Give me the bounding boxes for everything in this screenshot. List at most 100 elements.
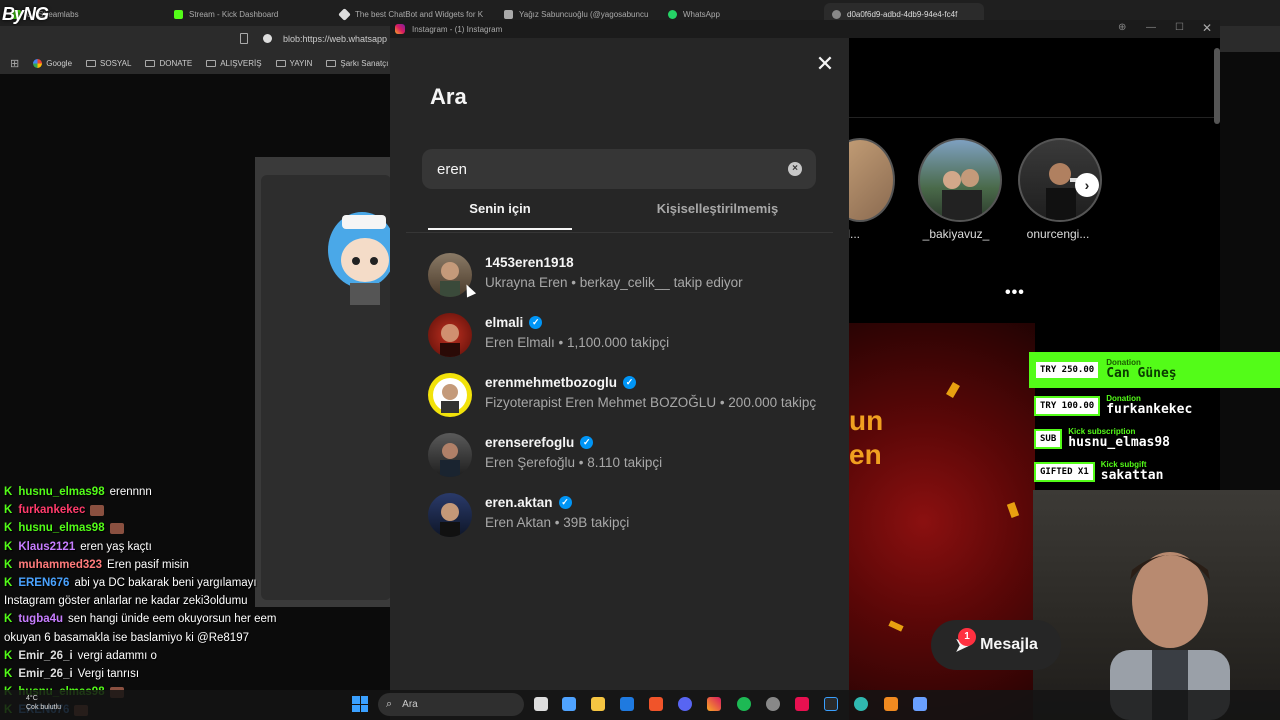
- tab-for-you[interactable]: Senin için: [428, 201, 572, 230]
- bookmark-folder[interactable]: SOSYAL: [86, 59, 131, 68]
- donor-name: sakattan: [1100, 468, 1164, 483]
- chat-username[interactable]: furkankekec: [18, 504, 85, 516]
- weather-desc: Çok bulutlu: [26, 704, 62, 711]
- widget-icon: [338, 7, 351, 21]
- brave-icon[interactable]: [649, 697, 663, 711]
- info-icon[interactable]: [263, 34, 272, 43]
- window-title: Instagram - (1) Instagram: [412, 24, 503, 34]
- chat-message: K EREN676 abi ya DC bakarak beni yargılama…: [4, 577, 257, 589]
- whatsapp-icon: [668, 9, 677, 19]
- windows-start-icon[interactable]: [352, 696, 368, 712]
- x-icon: [504, 9, 513, 19]
- chat-message: Instagram göster anlarlar ne kadar zeki3…: [4, 595, 248, 607]
- confetti: [888, 620, 904, 632]
- tab-unpersonalized[interactable]: Kişiselleştirilmemiş: [630, 201, 805, 216]
- result-subtitle: Fizyoterapist Eren Mehmet BOZOĞLU • 200.…: [485, 395, 817, 410]
- result-username: elmali: [485, 315, 524, 330]
- window-close-icon[interactable]: ✕: [1202, 21, 1212, 35]
- close-icon[interactable]: ✕: [815, 53, 835, 75]
- file-explorer-icon[interactable]: [591, 697, 605, 711]
- chat-message: Ktugba4u sen hangi ünide eem okuyorsun he…: [4, 613, 276, 625]
- avatar: [428, 493, 472, 537]
- chat-message: okuyan 6 basamakla ise baslamiyo ki @Re8…: [4, 632, 249, 644]
- mail-icon[interactable]: [620, 697, 634, 711]
- chat-username[interactable]: husnu_elmas98: [18, 522, 104, 534]
- chat-text: Instagram göster anlarlar ne kadar zeki3…: [4, 595, 248, 608]
- task-view-icon[interactable]: [534, 697, 548, 711]
- taskbar-search-label: Ara: [402, 699, 418, 710]
- x-app-icon[interactable]: [795, 697, 809, 711]
- scrollbar[interactable]: [1214, 48, 1220, 124]
- chat-username[interactable]: husnu_elmas98: [18, 486, 104, 498]
- bookmark-folder[interactable]: ALIŞVERİŞ: [206, 59, 262, 68]
- terminal-icon[interactable]: [824, 697, 838, 711]
- obs-icon[interactable]: [766, 697, 780, 711]
- search-icon: ⌕: [386, 698, 393, 710]
- taskbar: [0, 690, 1280, 720]
- chat-text: erennnn: [109, 486, 152, 498]
- instagram-taskbar-icon[interactable]: [707, 697, 721, 711]
- search-result[interactable]: elmali ✓ Eren Elmalı • 1,100.000 takipçi: [428, 313, 848, 361]
- bookmark-folder[interactable]: Şarkı Sanatçı: [326, 59, 388, 68]
- donation-amount: TRY 100.00: [1034, 395, 1101, 416]
- story-avatar[interactable]: [918, 138, 1002, 222]
- search-input[interactable]: eren ×: [422, 149, 816, 189]
- chat-text: okuyan 6 basamakla ise baslamiyo ki @Re8…: [4, 631, 249, 644]
- chat-text: sen hangi ünide eem okuyorsun her eem: [68, 613, 277, 626]
- folder-icon: [86, 59, 97, 67]
- app-icon[interactable]: [854, 697, 868, 711]
- chat-username[interactable]: tugba4u: [18, 613, 63, 625]
- story-username[interactable]: onurcengi...: [1008, 227, 1108, 241]
- weather-widget[interactable]: 4°C Çok bulutlu: [26, 694, 61, 712]
- more-options-icon[interactable]: •••: [1005, 284, 1025, 302]
- story-username[interactable]: _bakiyavuz_: [906, 227, 1006, 241]
- url-field[interactable]: blob:https://web.whatsapp: [283, 34, 387, 44]
- search-result[interactable]: eren.aktan ✓ Eren Aktan • 39B takipçi: [428, 493, 848, 541]
- donation-amount: TRY 250.00: [1034, 359, 1101, 380]
- kick-badge-icon: K: [4, 504, 13, 517]
- taskbar-search[interactable]: ⌕ Ara: [378, 693, 524, 716]
- verified-icon: ✓: [580, 436, 594, 449]
- chat-text: eren yaş kaçtı: [80, 540, 152, 553]
- stream-chat: Khusnu_elmas98 erennnn Kfurkankekec Khusnu_…: [0, 484, 300, 720]
- search-result[interactable]: erenserefoglu ✓ Eren Şerefoğlu • 8.110 ta…: [428, 433, 848, 481]
- chevron-right-icon[interactable]: ›: [1075, 173, 1099, 197]
- folder-icon: [145, 59, 156, 67]
- chat-username[interactable]: Emir_26_i: [18, 650, 72, 662]
- minimize-icon[interactable]: —: [1146, 22, 1156, 33]
- chat-username[interactable]: Klaus2121: [18, 541, 75, 553]
- donation-item: SUB Kick subscription husnu_elmas98: [1034, 427, 1170, 450]
- cloud-icon[interactable]: [884, 697, 898, 711]
- bookmark-icon[interactable]: [240, 33, 248, 44]
- tab-divider: [406, 232, 833, 233]
- bookmark-google[interactable]: Google: [33, 58, 72, 68]
- chat-text: vergi adammı o: [77, 649, 157, 662]
- zoom-icon[interactable]: ⊕: [1118, 22, 1126, 33]
- chat-text: abi ya DC bakarak beni yargılamayı: [74, 577, 257, 589]
- bookmark-folder[interactable]: YAYIN: [275, 59, 312, 68]
- anime-avatar-image: [328, 212, 390, 305]
- chat-username[interactable]: EREN676: [18, 577, 69, 589]
- verified-icon: ✓: [529, 316, 543, 329]
- clear-search-icon[interactable]: ×: [788, 162, 802, 176]
- apps-grid-icon[interactable]: ⊞: [10, 57, 19, 70]
- kick-badge-icon: K: [4, 522, 13, 535]
- search-result[interactable]: erenmehmetbozoglu ✓ Fizyoterapist Eren Me…: [428, 373, 848, 421]
- globe-icon: [832, 9, 841, 19]
- store-icon[interactable]: [562, 697, 576, 711]
- messages-button[interactable]: ➤ Mesajla: [931, 620, 1061, 670]
- bookmarks-bar: ⊞ Google SOSYAL DONATE ALIŞVERİŞ YAYIN Ş…: [0, 52, 390, 74]
- chat-username[interactable]: Emir_26_i: [18, 668, 72, 680]
- notepad-icon[interactable]: [913, 697, 927, 711]
- maximize-icon[interactable]: ☐: [1175, 22, 1184, 33]
- chat-message: Kmuhammed323 Eren pasif misin: [4, 559, 189, 571]
- search-result[interactable]: 1453eren1918 Ukrayna Eren • berkay_celik…: [428, 253, 848, 301]
- donor-name: furkankekec: [1106, 402, 1193, 417]
- kick-badge-icon: K: [4, 558, 13, 571]
- spotify-icon[interactable]: [737, 697, 751, 711]
- donor-name: Can Güneş: [1106, 366, 1177, 381]
- chat-username[interactable]: muhammed323: [18, 559, 102, 571]
- browser-tab[interactable]: Stream - Kick Dashboard: [166, 3, 326, 25]
- bookmark-folder[interactable]: DONATE: [145, 59, 192, 68]
- discord-icon[interactable]: [678, 697, 692, 711]
